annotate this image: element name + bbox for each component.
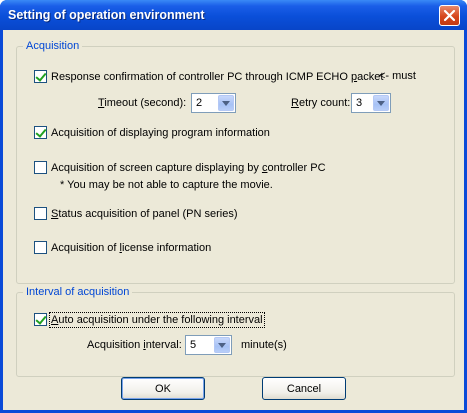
timeout-select[interactable]: 2 <box>191 93 236 113</box>
retry-select[interactable]: 3 <box>351 93 391 113</box>
screen-capture-option[interactable]: Acquisition of screen capture displaying… <box>34 161 326 174</box>
chevron-down-icon[interactable] <box>373 95 389 111</box>
license-info-checkbox[interactable] <box>34 241 47 254</box>
interval-group: Interval of acquisition Auto acquisition… <box>16 285 455 377</box>
timeout-label: Timeout (second): <box>98 97 187 109</box>
icmp-label[interactable]: Response confirmation of controller PC t… <box>51 71 383 83</box>
chevron-down-icon[interactable] <box>214 337 230 353</box>
interval-unit: minute(s) <box>241 339 287 351</box>
cancel-button[interactable]: Cancel <box>262 377 346 400</box>
license-info-label[interactable]: Acquisition of license information <box>51 242 211 254</box>
program-info-option[interactable]: Acquisition of displaying program inform… <box>34 126 270 139</box>
interval-legend: Interval of acquisition <box>23 285 133 299</box>
retry-label: Retry count: <box>291 97 351 109</box>
panel-status-checkbox[interactable] <box>34 207 47 220</box>
close-icon <box>443 9 456 22</box>
close-button[interactable] <box>439 5 460 26</box>
chevron-down-icon[interactable] <box>218 95 234 111</box>
dialog-body: Acquisition Response confirmation of con… <box>3 30 464 410</box>
acquisition-group: Acquisition Response confirmation of con… <box>16 39 455 284</box>
interval-value: 5 <box>190 339 197 351</box>
dialog-window: Setting of operation environment Acquisi… <box>0 0 467 413</box>
acquisition-legend: Acquisition <box>23 39 83 53</box>
window-title: Setting of operation environment <box>8 8 205 22</box>
capture-warning-note: * You may be not able to capture the mov… <box>60 179 273 191</box>
icmp-option[interactable]: Response confirmation of controller PC t… <box>34 70 383 83</box>
program-info-checkbox[interactable] <box>34 126 47 139</box>
timeout-value: 2 <box>196 97 203 109</box>
screen-capture-checkbox[interactable] <box>34 161 47 174</box>
interval-select[interactable]: 5 <box>185 335 232 355</box>
auto-acquisition-label[interactable]: Auto acquisition under the following int… <box>49 311 265 328</box>
retry-value: 3 <box>356 97 363 109</box>
auto-acquisition-option[interactable]: Auto acquisition under the following int… <box>34 311 265 328</box>
ok-button[interactable]: OK <box>121 377 205 400</box>
icmp-checkbox[interactable] <box>34 70 47 83</box>
program-info-label[interactable]: Acquisition of displaying program inform… <box>51 127 270 139</box>
license-info-option[interactable]: Acquisition of license information <box>34 241 211 254</box>
icmp-must-note: <- must <box>379 70 416 82</box>
interval-label: Acquisition interval: <box>87 339 182 351</box>
title-bar[interactable]: Setting of operation environment <box>0 0 467 30</box>
panel-status-option[interactable]: Status acquisition of panel (PN series) <box>34 207 238 220</box>
auto-acquisition-checkbox[interactable] <box>34 313 47 326</box>
screen-capture-label[interactable]: Acquisition of screen capture displaying… <box>51 162 326 174</box>
panel-status-label[interactable]: Status acquisition of panel (PN series) <box>51 208 238 220</box>
